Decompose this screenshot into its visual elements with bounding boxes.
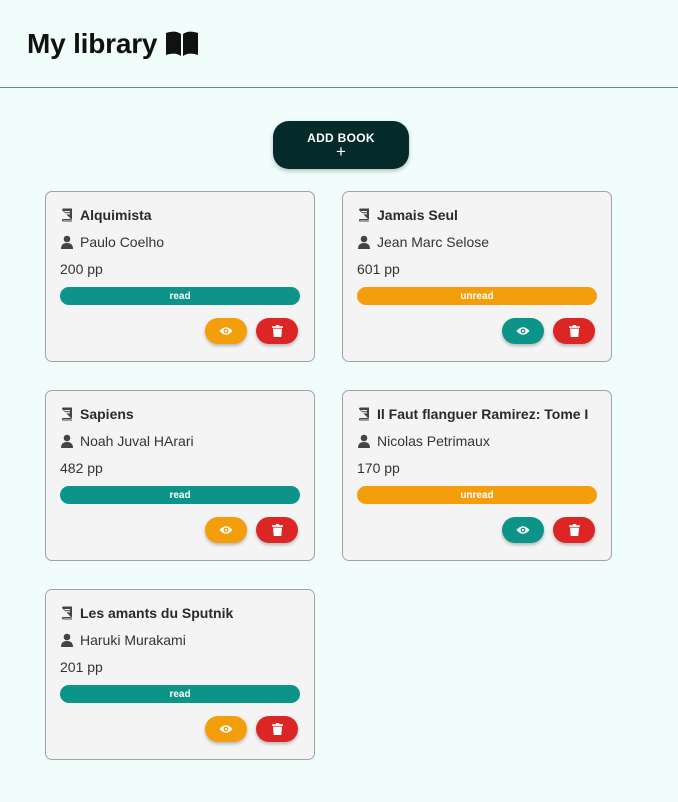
view-button[interactable] — [205, 318, 247, 344]
user-icon — [60, 235, 74, 249]
book-title: Alquimista — [80, 207, 152, 223]
user-icon — [357, 235, 371, 249]
book-title: Sapiens — [80, 406, 134, 422]
book-title-row: Il Faut flanguer Ramirez: Tome I — [357, 406, 588, 422]
book-author: Jean Marc Selose — [377, 234, 490, 250]
delete-button[interactable] — [256, 517, 298, 543]
view-button[interactable] — [502, 318, 544, 344]
trash-icon — [568, 524, 580, 536]
delete-button[interactable] — [553, 318, 595, 344]
header: My library — [0, 0, 678, 88]
view-button[interactable] — [205, 716, 247, 742]
book-author-row: Paulo Coelho — [60, 234, 164, 250]
book-author-row: Jean Marc Selose — [357, 234, 489, 250]
book-icon — [60, 407, 74, 421]
book-icon — [357, 407, 371, 421]
trash-icon — [271, 524, 283, 536]
book-pages: 170 pp — [357, 460, 400, 476]
user-icon — [60, 633, 74, 647]
book-title-row: Alquimista — [60, 207, 152, 223]
status-badge: read — [60, 486, 300, 504]
book-card: Les amants du Sputnik Haruki Murakami 20… — [45, 589, 315, 760]
delete-button[interactable] — [553, 517, 595, 543]
view-button[interactable] — [502, 517, 544, 543]
book-card: Il Faut flanguer Ramirez: Tome I Nicolas… — [342, 390, 612, 561]
status-badge: read — [60, 685, 300, 703]
book-title: Il Faut flanguer Ramirez: Tome I — [377, 406, 589, 422]
status-badge: unread — [357, 486, 597, 504]
book-card: Alquimista Paulo Coelho 200 pp read — [45, 191, 315, 362]
trash-icon — [271, 723, 283, 735]
user-icon — [357, 434, 371, 448]
eye-icon — [516, 525, 530, 535]
add-book-button[interactable]: ADD BOOK + — [273, 121, 409, 169]
user-icon — [60, 434, 74, 448]
book-icon — [60, 606, 74, 620]
book-pages: 482 pp — [60, 460, 103, 476]
page-title-text: My library — [27, 27, 158, 59]
delete-button[interactable] — [256, 318, 298, 344]
book-pages: 601 pp — [357, 261, 400, 277]
eye-icon — [219, 326, 233, 336]
eye-icon — [219, 724, 233, 734]
status-badge: read — [60, 287, 300, 305]
book-author: Paulo Coelho — [80, 234, 165, 250]
page-title: My library — [27, 28, 199, 60]
add-book-container: ADD BOOK + — [273, 121, 409, 169]
eye-icon — [516, 326, 530, 336]
book-icon — [357, 208, 371, 222]
book-title: Les amants du Sputnik — [80, 605, 234, 621]
book-author-row: Haruki Murakami — [60, 632, 186, 648]
trash-icon — [568, 325, 580, 337]
trash-icon — [271, 325, 283, 337]
view-button[interactable] — [205, 517, 247, 543]
plus-icon: + — [336, 142, 346, 161]
book-pages: 201 pp — [60, 659, 103, 675]
book-icon — [60, 208, 74, 222]
book-author: Nicolas Petrimaux — [377, 433, 490, 449]
book-author-row: Nicolas Petrimaux — [357, 433, 490, 449]
book-title-row: Jamais Seul — [357, 207, 458, 223]
delete-button[interactable] — [256, 716, 298, 742]
book-title-row: Les amants du Sputnik — [60, 605, 233, 621]
book-card: Jamais Seul Jean Marc Selose 601 pp unre… — [342, 191, 612, 362]
book-author-row: Noah Juval HArari — [60, 433, 194, 449]
book-author: Noah Juval HArari — [80, 433, 194, 449]
book-pages: 200 pp — [60, 261, 103, 277]
book-title-row: Sapiens — [60, 406, 134, 422]
book-card: Sapiens Noah Juval HArari 482 pp read — [45, 390, 315, 561]
book-author: Haruki Murakami — [80, 632, 186, 648]
status-badge: unread — [357, 287, 597, 305]
eye-icon — [219, 525, 233, 535]
book-title: Jamais Seul — [377, 207, 458, 223]
book-open-icon — [165, 30, 199, 58]
